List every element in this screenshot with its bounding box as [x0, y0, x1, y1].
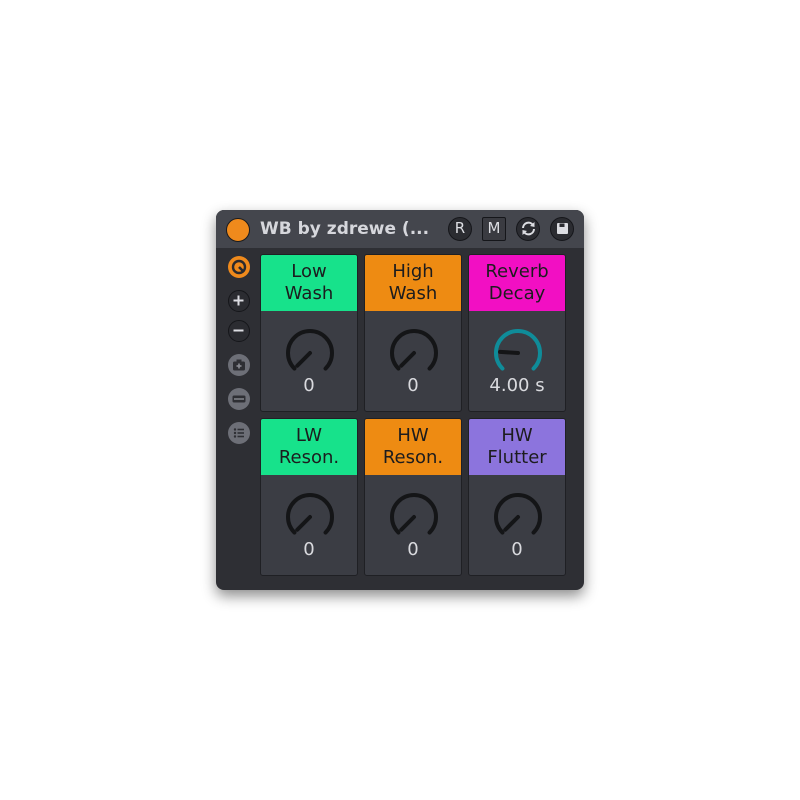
macro-4: LW Reson. 0	[260, 418, 358, 576]
knob-ring	[390, 493, 438, 535]
macro-6-knob[interactable]	[490, 489, 546, 545]
macro-2-label[interactable]: High Wash	[365, 255, 461, 311]
randomize-button-label: R	[454, 219, 466, 237]
macro-6-label[interactable]: HW Flutter	[469, 419, 565, 475]
save-preset-button[interactable]	[550, 217, 574, 241]
knob-needle	[503, 515, 520, 532]
macro-5-knob[interactable]	[386, 489, 442, 545]
knob-needle	[399, 351, 416, 368]
randomize-button[interactable]: R	[448, 217, 472, 241]
macro-2: High Wash 0	[364, 254, 462, 412]
add-icon[interactable]	[228, 290, 250, 312]
macro-3-value: 4.00 s	[489, 375, 545, 396]
macro-map-button[interactable]: M	[482, 217, 506, 241]
camera-icon[interactable]	[228, 354, 250, 376]
macro-5-label[interactable]: HW Reson.	[365, 419, 461, 475]
knob-ring	[286, 493, 334, 535]
device-rack: WB by zdrewe (... R M Low Wash 0 High Wa…	[216, 210, 584, 590]
hot-swap-icon[interactable]	[228, 256, 250, 278]
macro-5-value: 0	[407, 539, 419, 560]
macro-6-value: 0	[511, 539, 523, 560]
rack-sidebar	[222, 250, 256, 584]
device-power-button[interactable]	[226, 218, 250, 242]
macro-1-value: 0	[303, 375, 315, 396]
macro-4-knob[interactable]	[282, 489, 338, 545]
macro-1: Low Wash 0	[260, 254, 358, 412]
macro-2-value: 0	[407, 375, 419, 396]
device-title: WB by zdrewe (...	[260, 219, 430, 239]
macro-3: Reverb Decay 4.00 s	[468, 254, 566, 412]
macro-map-button-label: M	[487, 219, 501, 237]
knob-needle	[295, 515, 312, 532]
refresh-icon	[517, 218, 539, 239]
save-icon	[551, 218, 573, 239]
list-icon[interactable]	[228, 422, 250, 444]
macro-5: HW Reson. 0	[364, 418, 462, 576]
remove-icon[interactable]	[228, 320, 250, 342]
knob-ring	[390, 329, 438, 371]
knob-ring	[286, 329, 334, 371]
refresh-button[interactable]	[516, 217, 540, 241]
knob-ring	[494, 329, 542, 371]
macro-4-label[interactable]: LW Reson.	[261, 419, 357, 475]
knob-needle	[399, 515, 416, 532]
macro-1-label[interactable]: Low Wash	[261, 255, 357, 311]
knob-needle	[295, 351, 312, 368]
macro-3-knob[interactable]	[490, 325, 546, 381]
macro-mapping-icon[interactable]	[228, 388, 250, 410]
macro-1-knob[interactable]	[282, 325, 338, 381]
macro-6: HW Flutter 0	[468, 418, 566, 576]
knob-needle	[498, 349, 520, 355]
macro-3-label[interactable]: Reverb Decay	[469, 255, 565, 311]
macro-2-knob[interactable]	[386, 325, 442, 381]
knob-ring	[494, 493, 542, 535]
device-title-bar[interactable]: WB by zdrewe (... R M	[216, 210, 584, 248]
macro-4-value: 0	[303, 539, 315, 560]
